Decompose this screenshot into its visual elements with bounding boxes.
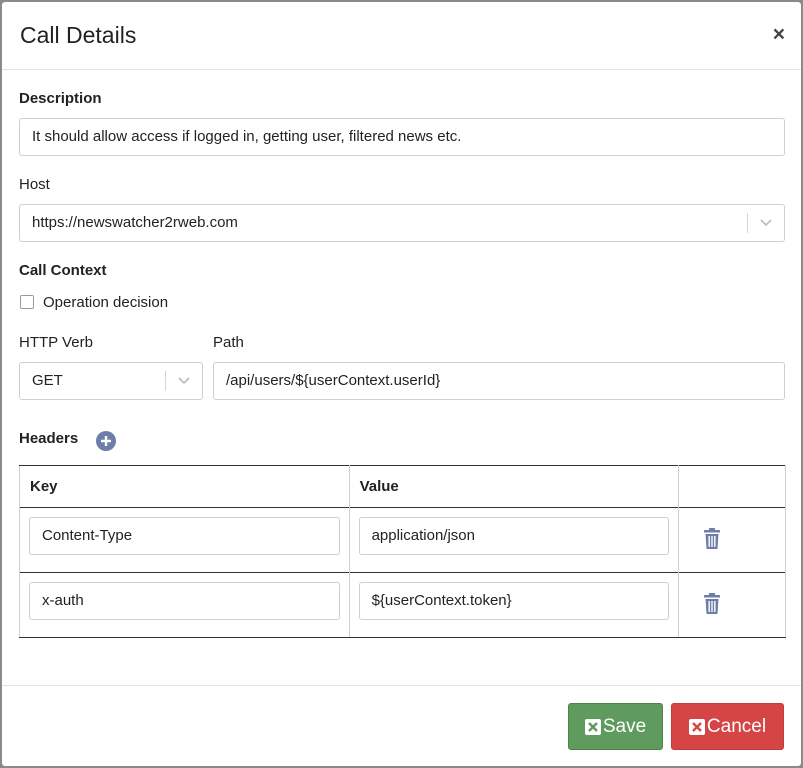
header-value-input[interactable]: ${userContext.token} <box>358 582 670 620</box>
http-verb-value: GET <box>32 372 63 389</box>
key-cell: x-auth <box>19 572 350 638</box>
path-label: Path <box>213 334 244 351</box>
description-label: Description <box>19 90 102 107</box>
path-input[interactable]: /api/users/${userContext.userId} <box>213 362 785 400</box>
host-label: Host <box>19 176 50 193</box>
cancel-button[interactable]: Cancel <box>671 703 784 750</box>
modal-header: Call Details × <box>2 2 801 70</box>
close-icon[interactable]: × <box>773 24 785 45</box>
headers-table: Key Value Content-Type application/json <box>19 465 786 638</box>
table-row: Content-Type application/json <box>19 507 786 573</box>
trash-icon[interactable] <box>703 593 721 615</box>
cancel-label: Cancel <box>706 715 767 737</box>
column-header-actions <box>678 465 786 508</box>
trash-icon[interactable] <box>703 528 721 550</box>
modal-footer: Save Cancel <box>2 685 801 766</box>
call-context-label: Call Context <box>19 262 107 279</box>
call-details-modal: Call Details × Description It should all… <box>2 2 801 766</box>
header-value-input[interactable]: application/json <box>358 517 670 555</box>
save-check-icon <box>584 718 601 735</box>
header-key-input[interactable]: x-auth <box>29 582 340 620</box>
header-key-input[interactable]: Content-Type <box>29 517 340 555</box>
modal-title: Call Details <box>20 22 137 48</box>
save-button[interactable]: Save <box>568 703 663 750</box>
http-verb-label: HTTP Verb <box>19 334 93 351</box>
value-cell: ${userContext.token} <box>349 572 680 638</box>
chevron-down-icon[interactable] <box>166 363 202 399</box>
operation-decision-label: Operation decision <box>43 294 169 311</box>
column-header-key: Key <box>19 465 350 508</box>
headers-label: Headers <box>19 430 79 447</box>
actions-cell <box>678 507 786 573</box>
host-value: https://newswatcher2rweb.com <box>32 214 238 231</box>
http-verb-select[interactable]: GET <box>19 362 203 400</box>
chevron-down-icon[interactable] <box>748 205 784 241</box>
table-row: x-auth ${userContext.token} <box>19 572 786 638</box>
actions-cell <box>678 572 786 638</box>
save-label: Save <box>602 715 647 737</box>
value-cell: application/json <box>349 507 680 573</box>
host-select[interactable]: https://newswatcher2rweb.com <box>19 204 785 242</box>
cancel-x-icon <box>688 718 705 735</box>
add-header-icon[interactable] <box>96 431 116 451</box>
key-cell: Content-Type <box>19 507 350 573</box>
operation-decision-checkbox[interactable] <box>20 295 34 309</box>
description-input[interactable]: It should allow access if logged in, get… <box>19 118 785 156</box>
column-header-value: Value <box>349 465 680 508</box>
